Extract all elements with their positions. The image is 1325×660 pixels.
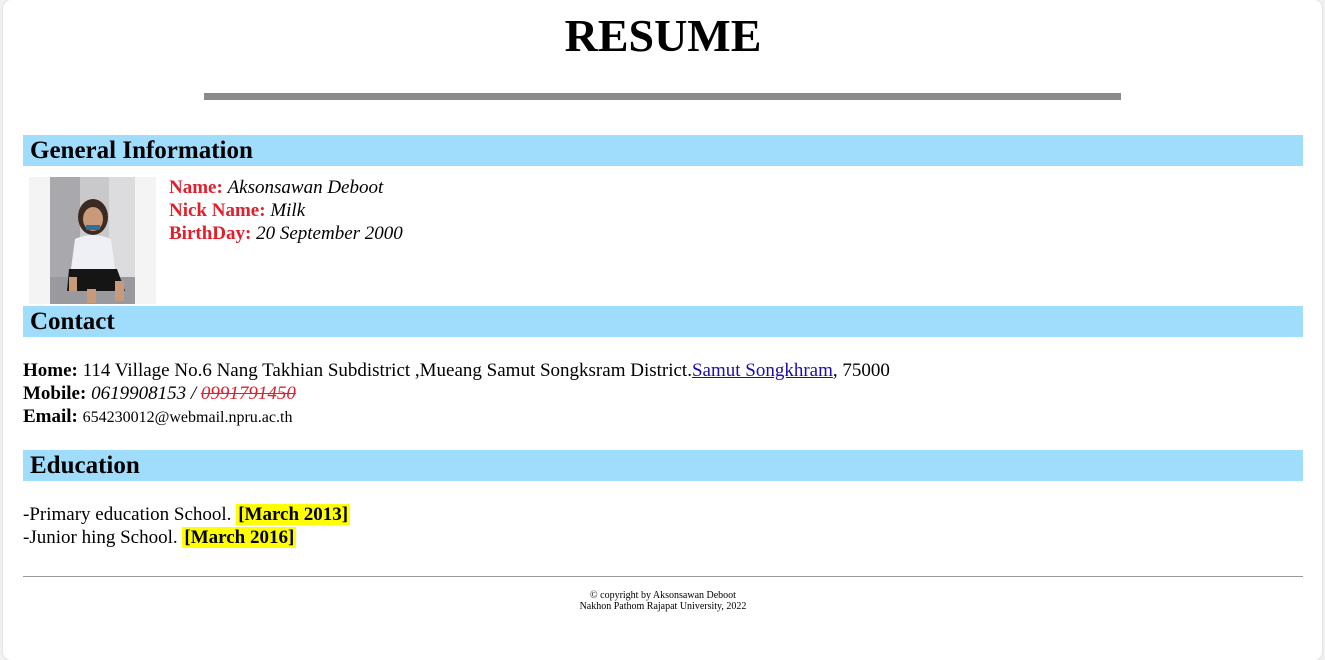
contact-block: Home: 114 Village No.6 Nang Takhian Subd… [23, 359, 890, 429]
profile-photo [29, 177, 156, 304]
education-date: [March 2016] [182, 527, 297, 548]
education-date: [March 2013] [236, 504, 351, 525]
footer-divider [23, 576, 1303, 577]
mobile-value: 0619908153 / [91, 383, 201, 404]
education-school: -Primary education School. [23, 504, 237, 525]
nickname-value: Milk [270, 200, 306, 221]
mobile-old-number: 0991791450 [200, 383, 296, 404]
mobile-label: Mobile: [23, 383, 87, 404]
section-heading-general: General Information [30, 137, 253, 164]
nickname-row: Nick Name: Milk [169, 199, 403, 222]
section-heading-contact: Contact [30, 308, 115, 335]
postal-code: , 75000 [832, 360, 890, 381]
title-divider [204, 93, 1121, 100]
education-item: -Primary education School. [March 2013] [23, 503, 351, 526]
general-info-block: Name: Aksonsawan Deboot Nick Name: Milk … [169, 176, 403, 245]
birthday-label: BirthDay: [169, 223, 252, 244]
section-contact: Contact [23, 306, 1303, 337]
birthday-row: BirthDay: 20 September 2000 [169, 222, 403, 245]
email-row: Email: 654230012@webmail.npru.ac.th [23, 405, 890, 429]
name-value: Aksonsawan Deboot [227, 177, 384, 198]
email-label: Email: [23, 406, 78, 427]
nickname-label: Nick Name: [169, 200, 266, 221]
email-value: 654230012@webmail.npru.ac.th [82, 409, 293, 426]
birthday-value: 20 September 2000 [256, 223, 403, 244]
name-label: Name: [169, 177, 223, 198]
education-list: -Primary education School. [March 2013] … [23, 503, 351, 549]
name-row: Name: Aksonsawan Deboot [169, 176, 403, 199]
education-school: -Junior hing School. [23, 527, 183, 548]
resume-page: RESUME General Information Name: Aksonsa… [3, 0, 1322, 660]
education-item: -Junior hing School. [March 2016] [23, 526, 350, 549]
home-address: 114 Village No.6 Nang Takhian Subdistric… [82, 360, 692, 381]
section-heading-education: Education [30, 452, 140, 479]
page-title: RESUME [564, 10, 762, 61]
section-education: Education [23, 450, 1303, 481]
home-label: Home: [23, 360, 78, 381]
footer-university: Nakhon Pathom Rajapat University, 2022 [579, 601, 747, 612]
province-link[interactable]: Samut Songkhram [692, 360, 833, 381]
section-general-information: General Information [23, 135, 1303, 166]
mobile-row: Mobile: 0619908153 / 0991791450 [23, 382, 890, 405]
home-row: Home: 114 Village No.6 Nang Takhian Subd… [23, 359, 890, 382]
footer: © copyright by Aksonsawan Deboot Nakhon … [23, 590, 1303, 612]
footer-copyright: © copyright by Aksonsawan Deboot [590, 590, 736, 601]
